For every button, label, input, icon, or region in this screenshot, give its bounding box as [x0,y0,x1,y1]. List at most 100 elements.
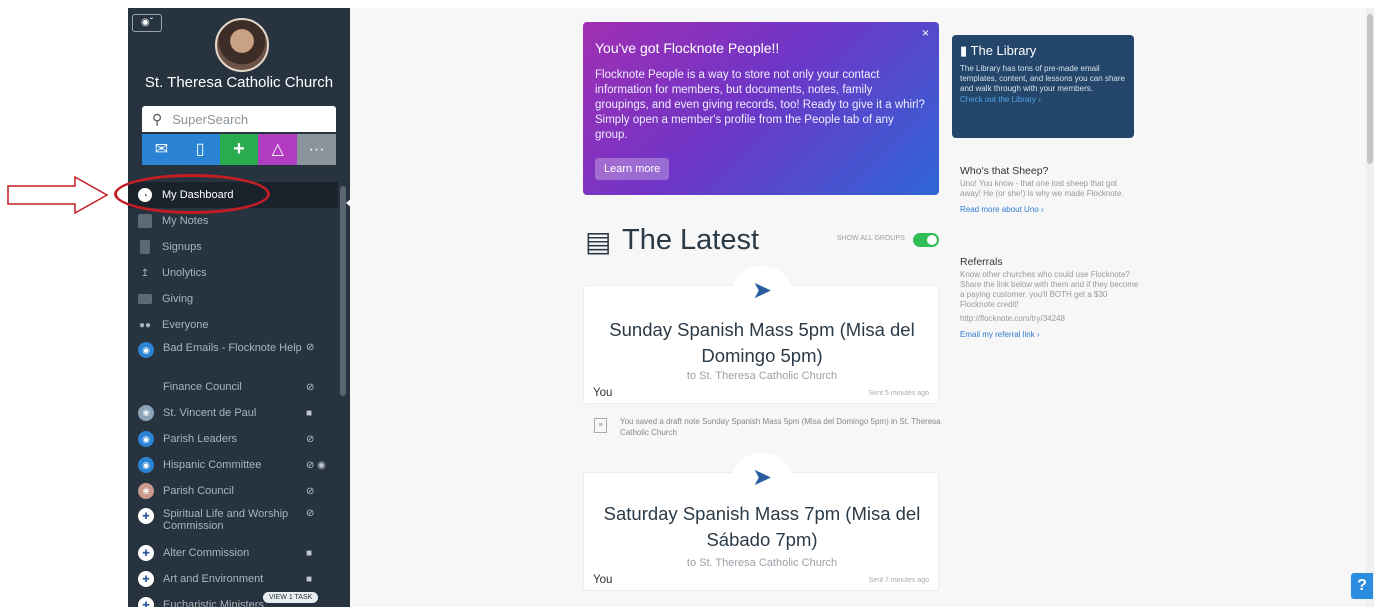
phone-icon: ▯ [195,141,205,158]
note-card[interactable]: ➤ Sunday Spanish Mass 5pm (Misa del Domi… [583,266,940,404]
library-link[interactable]: Check out the Library › [960,95,1126,104]
note-author: You [593,387,613,399]
add-button[interactable]: + [219,134,259,165]
hidden-icon: ⊘ [306,508,315,519]
church-name: St. Theresa Catholic Church [144,74,334,91]
church-avatar[interactable] [215,18,269,72]
referral-url[interactable]: http://flocknote.com/try/34248 [960,314,1140,324]
cross-icon: ✚ [138,597,154,607]
lock-icon: ■ [306,407,313,419]
annotation-arrow-icon [7,175,109,215]
group-avatar-icon: ◉ [138,431,154,447]
note-sent-time: Sent 7 minutes ago [868,577,929,584]
note-title[interactable]: Sunday Spanish Mass 5pm (Misa del Doming… [584,317,940,369]
sidebar-group-alter-commission[interactable]: ✚ Alter Commission ■ [128,540,338,566]
sidebar-group-finance-council[interactable]: Finance Council ⊘ [128,374,338,400]
book-icon: ▮ [960,43,968,58]
show-all-groups-label: SHOW ALL GROUPS [837,235,905,242]
promo-title: You've got Flocknote People!! [595,40,780,56]
flocknote-people-promo: × You've got Flocknote People!! Flocknot… [583,22,939,195]
sidebar-group-hispanic-committee[interactable]: ◉ Hispanic Committee ⊘ ◉ [128,452,338,478]
hidden-icon: ⊘ [306,342,315,353]
chart-icon: ↥ [140,267,150,279]
notifications-button[interactable]: △ [258,134,298,165]
notes-icon [138,214,152,228]
cross-icon: ✚ [138,545,154,561]
group-avatar-icon: ◉ [138,457,154,473]
referrals-section: Referrals Know other churches who could … [960,256,1140,342]
email-referral-link[interactable]: Email my referral link › [960,330,1040,339]
sidebar-item-label: Signups [162,241,202,253]
hidden-icon: ⊘ [306,381,315,393]
note-recipient: to St. Theresa Catholic Church [686,370,838,382]
lock-icon: ■ [306,573,313,585]
group-avatar-icon [138,379,154,395]
account-menu-button[interactable]: ◉ˇ [132,14,162,32]
sidebar-item-signups[interactable]: Signups [128,234,338,260]
learn-more-button[interactable]: Learn more [595,158,670,180]
referrals-body: Know other churches who could use Flockn… [960,270,1139,309]
lock-icon: ■ [306,547,313,559]
group-avatar-icon: ◉ [138,342,154,358]
sidebar-item-label: Everyone [162,319,209,331]
group-avatar-icon: ❀ [138,405,154,421]
hidden-icon: ⊘ [306,485,315,497]
note-sent-time: Sent 5 minutes ago [868,390,929,397]
note-card[interactable]: ➤ Saturday Spanish Mass 7pm (Misa del Sá… [583,453,940,591]
hidden-icon: ⊘ ◉ [306,459,326,471]
quick-actions: ✉ ▯ + △ ··· [142,134,336,165]
activity-text: You saved a draft note Sunday Spanish Ma… [620,417,941,437]
sidebar-item-everyone[interactable]: ●● Everyone [128,312,338,338]
view-task-button[interactable]: VIEW 1 TASK [263,592,319,603]
activity-item: ≡ You saved a draft note Sunday Spanish … [594,416,944,438]
active-indicator-icon [346,198,350,208]
note-author: You [593,574,613,586]
sidebar-nav: ◔ My Dashboard My Notes Signups ↥ Unolytic… [128,182,338,607]
cross-icon: ✚ [138,508,154,524]
sheep-section: Who's that Sheep? Uno! You know - that o… [960,165,1140,217]
email-button[interactable]: ✉ [142,134,181,165]
newspaper-icon: ▤ [585,226,612,257]
sidebar-group-art-environment[interactable]: ✚ Art and Environment ■ [128,566,338,592]
show-all-groups-toggle[interactable] [913,233,939,247]
sidebar-group-bad-emails[interactable]: ◉ Bad Emails - Flocknote Help ⊘ [128,338,338,374]
hidden-icon: ⊘ [306,433,315,445]
envelope-icon: ✉ [154,141,169,158]
search-icon: ⚲ [152,111,163,127]
sidebar: ◉ˇ St. Theresa Catholic Church ⚲ SuperSea… [128,8,350,607]
sidebar-item-unolytics[interactable]: ↥ Unolytics [128,260,338,286]
group-avatar-icon: ❀ [138,483,154,499]
the-latest-heading: The Latest [622,224,760,256]
sidebar-group-parish-council[interactable]: ❀ Parish Council ⊘ [128,478,338,504]
people-icon: ●● [138,319,152,331]
sidebar-group-parish-leaders[interactable]: ◉ Parish Leaders ⊘ [128,426,338,452]
sheep-body: Uno! You know - that one lost sheep that… [960,179,1124,198]
sidebar-group-st-vincent[interactable]: ❀ St. Vincent de Paul ■ [128,400,338,426]
paper-plane-icon: ➤ [751,277,773,304]
supersearch-input[interactable]: ⚲ SuperSearch [142,106,336,132]
note-recipient: to St. Theresa Catholic Church [686,557,838,569]
page-scrollbar-thumb[interactable] [1367,14,1373,164]
close-icon[interactable]: × [922,26,929,40]
more-button[interactable]: ··· [297,134,336,165]
sidebar-scrollbar[interactable] [340,186,346,396]
note-title[interactable]: Saturday Spanish Mass 7pm (Misa del Sába… [584,501,940,553]
signups-icon [140,240,150,254]
sheep-title: Who's that Sheep? [960,165,1049,177]
annotation-highlight-ellipse [114,174,270,214]
bell-icon: △ [271,141,284,158]
sidebar-item-label: My Notes [162,215,209,227]
sidebar-item-label: Giving [162,293,194,305]
library-body: The Library has tons of pre-made email t… [960,64,1125,93]
promo-body: Flocknote People is a way to store not o… [595,69,925,141]
read-about-uno-link[interactable]: Read more about Uno › [960,205,1044,214]
document-icon: ≡ [594,418,607,433]
user-circle-icon: ◉ˇ [140,17,154,28]
sidebar-item-giving[interactable]: Giving [128,286,338,312]
help-button[interactable]: ? [1351,573,1373,599]
paper-plane-icon: ➤ [751,464,773,491]
text-message-button[interactable]: ▯ [180,134,220,165]
library-card: ▮ The Library The Library has tons of pr… [952,35,1134,138]
sidebar-group-eucharistic-ministers[interactable]: ✚ Eucharistic Ministers VIEW 1 TASK [128,592,338,607]
sidebar-group-spiritual-life[interactable]: ✚ Spiritual Life and Worship Commission ⊘ [128,504,338,540]
